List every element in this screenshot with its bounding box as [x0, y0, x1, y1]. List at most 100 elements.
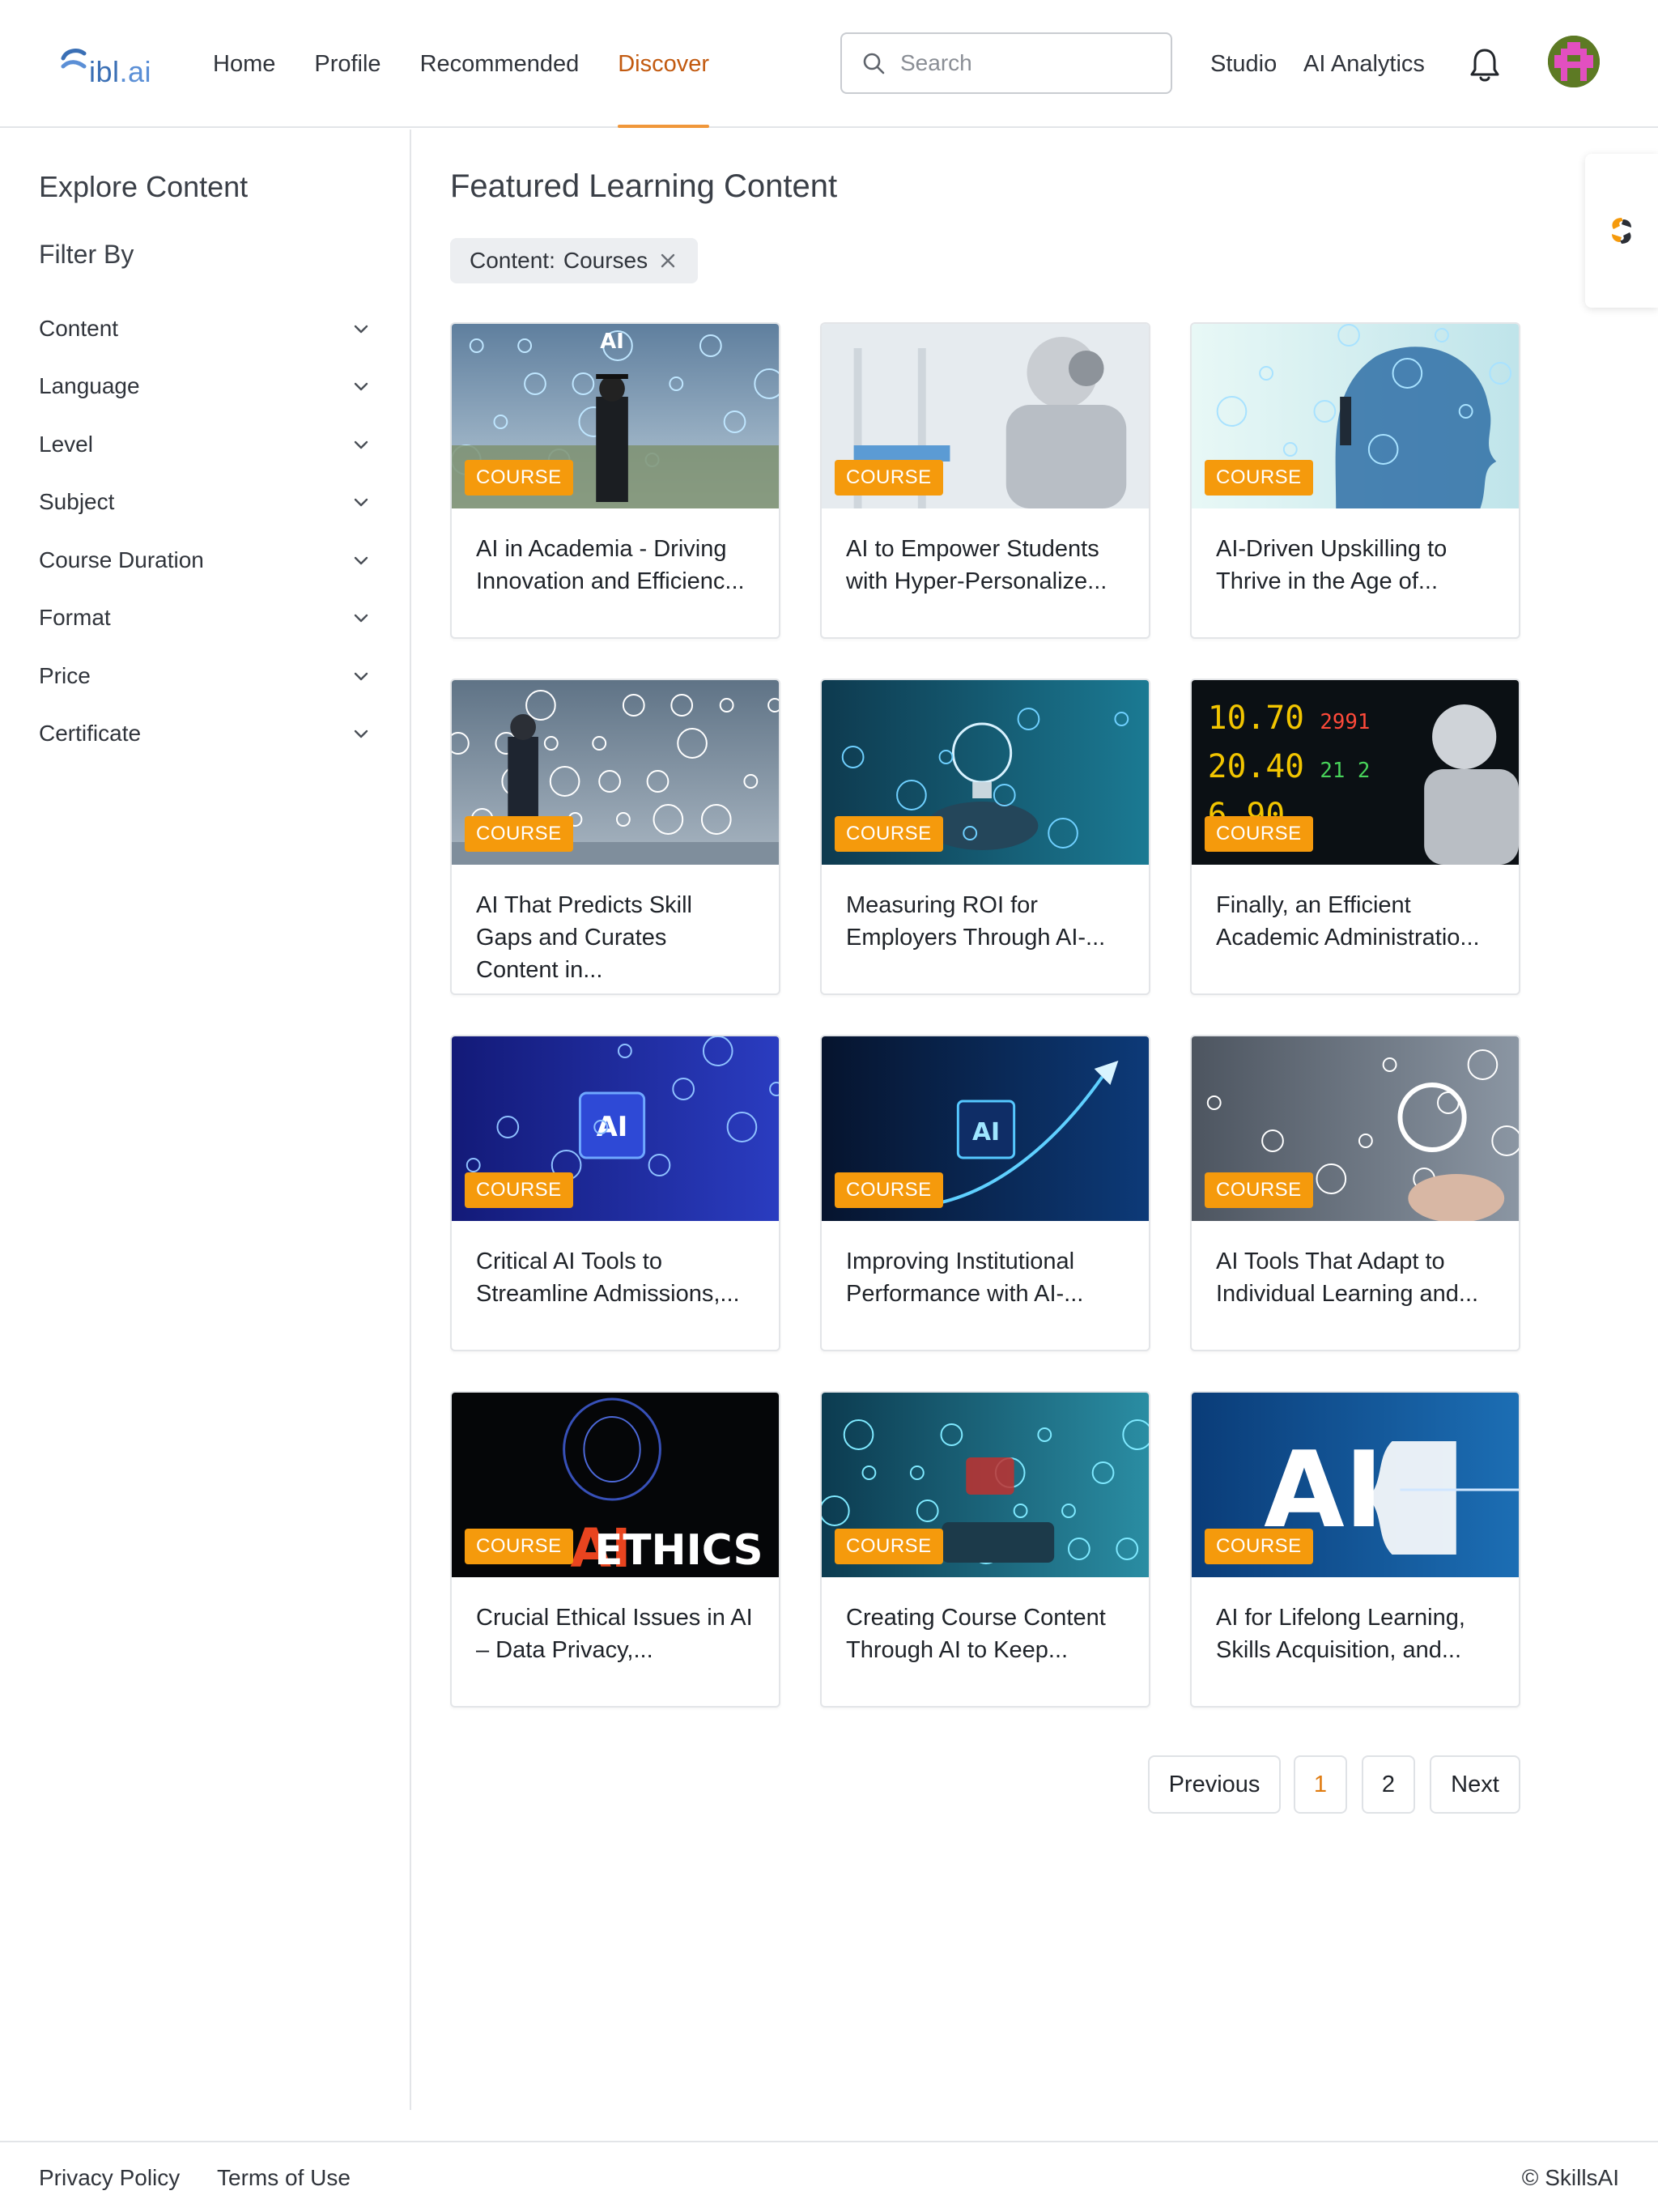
filter-label: Language	[39, 373, 140, 399]
chip-label: Content:	[470, 248, 555, 273]
course-badge: COURSE	[465, 816, 573, 852]
course-card[interactable]: COURSE AI-Driven Upskilling to Thrive in …	[1190, 322, 1520, 639]
course-card[interactable]: COURSE Measuring ROI for Employers Throug…	[820, 678, 1150, 995]
nav-recommended[interactable]: Recommended	[420, 0, 580, 128]
course-title: Creating Course Content Through AI to Ke…	[846, 1605, 1106, 1663]
chip-value: Courses	[563, 248, 648, 273]
filter-content[interactable]: Content	[39, 300, 371, 358]
course-badge: COURSE	[1205, 816, 1313, 852]
svg-text:10.70: 10.70	[1208, 700, 1304, 737]
course-thumbnail: COURSE	[1192, 1036, 1519, 1221]
chevron-down-icon	[354, 383, 368, 391]
filter-label: Level	[39, 431, 93, 457]
filter-subject[interactable]: Subject	[39, 474, 371, 532]
filter-course-duration[interactable]: Course Duration	[39, 531, 371, 589]
filter-label: Format	[39, 605, 111, 631]
copyright-text: © SkillsAI	[1521, 2165, 1619, 2190]
course-card[interactable]: COURSE AI Tools That Adapt to Individual …	[1190, 1035, 1520, 1351]
nav-home[interactable]: Home	[213, 0, 275, 128]
main-nav: Home Profile Recommended Discover	[213, 0, 748, 128]
svg-text:AI: AI	[600, 330, 623, 354]
filter-label: Course Duration	[39, 547, 204, 572]
course-title: AI Tools That Adapt to Individual Learni…	[1216, 1249, 1479, 1307]
course-title: AI That Predicts Skill Gaps and Curates …	[476, 892, 693, 983]
svg-text:ETHICS: ETHICS	[594, 1526, 763, 1575]
course-badge: COURSE	[1205, 460, 1313, 496]
course-thumbnail: COURSE	[1192, 324, 1519, 508]
filter-level[interactable]: Level	[39, 415, 371, 474]
course-badge: COURSE	[1205, 1172, 1313, 1208]
widget-logo-icon	[1612, 218, 1631, 244]
course-title: AI to Empower Students with Hyper-Person…	[846, 536, 1107, 594]
course-card[interactable]: AI COURSE Improving Institutional Performa…	[820, 1035, 1150, 1351]
course-thumbnail: COURSE	[822, 680, 1149, 865]
search-box[interactable]	[840, 32, 1172, 94]
ibl-logo[interactable]: ibl.ai	[60, 40, 151, 89]
filter-language[interactable]: Language	[39, 358, 371, 416]
nav-profile[interactable]: Profile	[314, 0, 380, 128]
course-thumbnail: 10.70 20.40 6.90 2991 21 2 COURSE	[1192, 680, 1519, 865]
page-title: Featured Learning Content	[450, 168, 838, 204]
course-thumbnail: AI ETHICS COURSE	[452, 1393, 779, 1577]
filter-sidebar: Explore Content Filter By Content Languag…	[0, 130, 411, 2110]
previous-page-button[interactable]: Previous	[1148, 1755, 1281, 1814]
course-badge: COURSE	[465, 460, 573, 496]
course-card[interactable]: COURSE AI to Empower Students with Hyper-…	[820, 322, 1150, 639]
course-title: AI-Driven Upskilling to Thrive in the Ag…	[1216, 536, 1448, 594]
terms-of-use-link[interactable]: Terms of Use	[217, 2165, 351, 2191]
course-title: Finally, an Efficient Academic Administr…	[1216, 892, 1480, 951]
search-icon	[863, 53, 885, 74]
course-thumbnail: COURSE	[822, 324, 1149, 508]
ai-analytics-link[interactable]: AI Analytics	[1303, 0, 1425, 128]
filter-heading: Filter By	[39, 240, 134, 269]
course-title: Critical AI Tools to Streamline Admissio…	[476, 1249, 740, 1307]
chevron-down-icon	[354, 556, 368, 564]
course-card[interactable]: AI COURSE AI in Academia - Driving Innovat…	[450, 322, 780, 639]
svg-text:AI: AI	[972, 1118, 1000, 1146]
filter-label: Certificate	[39, 721, 142, 747]
course-card[interactable]: COURSE Creating Course Content Through AI…	[820, 1391, 1150, 1708]
course-badge: COURSE	[835, 1529, 943, 1564]
course-card[interactable]: AI COURSE AI for Lifelong Learning, Skills…	[1190, 1391, 1520, 1708]
top-navigation-bar: ibl.ai Home Profile Recommended Discover…	[0, 0, 1658, 128]
logo-text: ibl.ai	[89, 55, 152, 88]
page-2-button[interactable]: 2	[1362, 1755, 1415, 1814]
course-badge: COURSE	[835, 460, 943, 496]
sidebar-title: Explore Content	[39, 170, 249, 203]
chevron-down-icon	[354, 325, 368, 333]
avatar[interactable]	[1548, 36, 1600, 87]
close-icon[interactable]	[659, 252, 677, 270]
course-card[interactable]: AI ETHICS COURSE Crucial Ethical Issues in …	[450, 1391, 780, 1708]
course-title: Improving Institutional Performance with…	[846, 1249, 1084, 1307]
search-input[interactable]	[900, 50, 1143, 76]
filter-format[interactable]: Format	[39, 589, 371, 648]
page-1-button[interactable]: 1	[1294, 1755, 1347, 1814]
next-page-button[interactable]: Next	[1430, 1755, 1520, 1814]
course-badge: COURSE	[465, 1172, 573, 1208]
studio-link[interactable]: Studio	[1210, 0, 1277, 128]
avatar-pattern-icon	[1548, 36, 1600, 87]
course-badge: COURSE	[1205, 1529, 1313, 1564]
course-title: Crucial Ethical Issues in AI – Data Priv…	[476, 1605, 753, 1663]
course-title: AI in Academia - Driving Innovation and …	[476, 536, 745, 594]
nav-discover[interactable]: Discover	[618, 0, 709, 128]
course-card[interactable]: AI COURSE Critical AI Tools to Streamline …	[450, 1035, 780, 1351]
floating-assistant-tab[interactable]	[1585, 154, 1658, 308]
chevron-down-icon	[354, 615, 368, 623]
course-badge: COURSE	[835, 816, 943, 852]
privacy-policy-link[interactable]: Privacy Policy	[39, 2165, 180, 2191]
course-thumbnail: COURSE	[822, 1393, 1149, 1577]
svg-text:20.40: 20.40	[1208, 748, 1304, 785]
filter-certificate[interactable]: Certificate	[39, 705, 371, 764]
course-title: Measuring ROI for Employers Through AI-.…	[846, 892, 1106, 951]
filter-list: Content Language Level Subject Course Durati…	[39, 300, 371, 763]
course-card[interactable]: 10.70 20.40 6.90 2991 21 2 COURSE Finally, an …	[1190, 678, 1520, 995]
chevron-down-icon	[354, 499, 368, 507]
logo-wave-icon	[61, 49, 87, 69]
course-card[interactable]: COURSE AI That Predicts Skill Gaps and Cu…	[450, 678, 780, 995]
course-title: AI for Lifelong Learning, Skills Acquisi…	[1216, 1605, 1465, 1663]
bell-icon[interactable]	[1467, 45, 1503, 84]
chevron-down-icon	[354, 440, 368, 449]
filter-price[interactable]: Price	[39, 647, 371, 705]
svg-text:AI: AI	[597, 1111, 628, 1142]
